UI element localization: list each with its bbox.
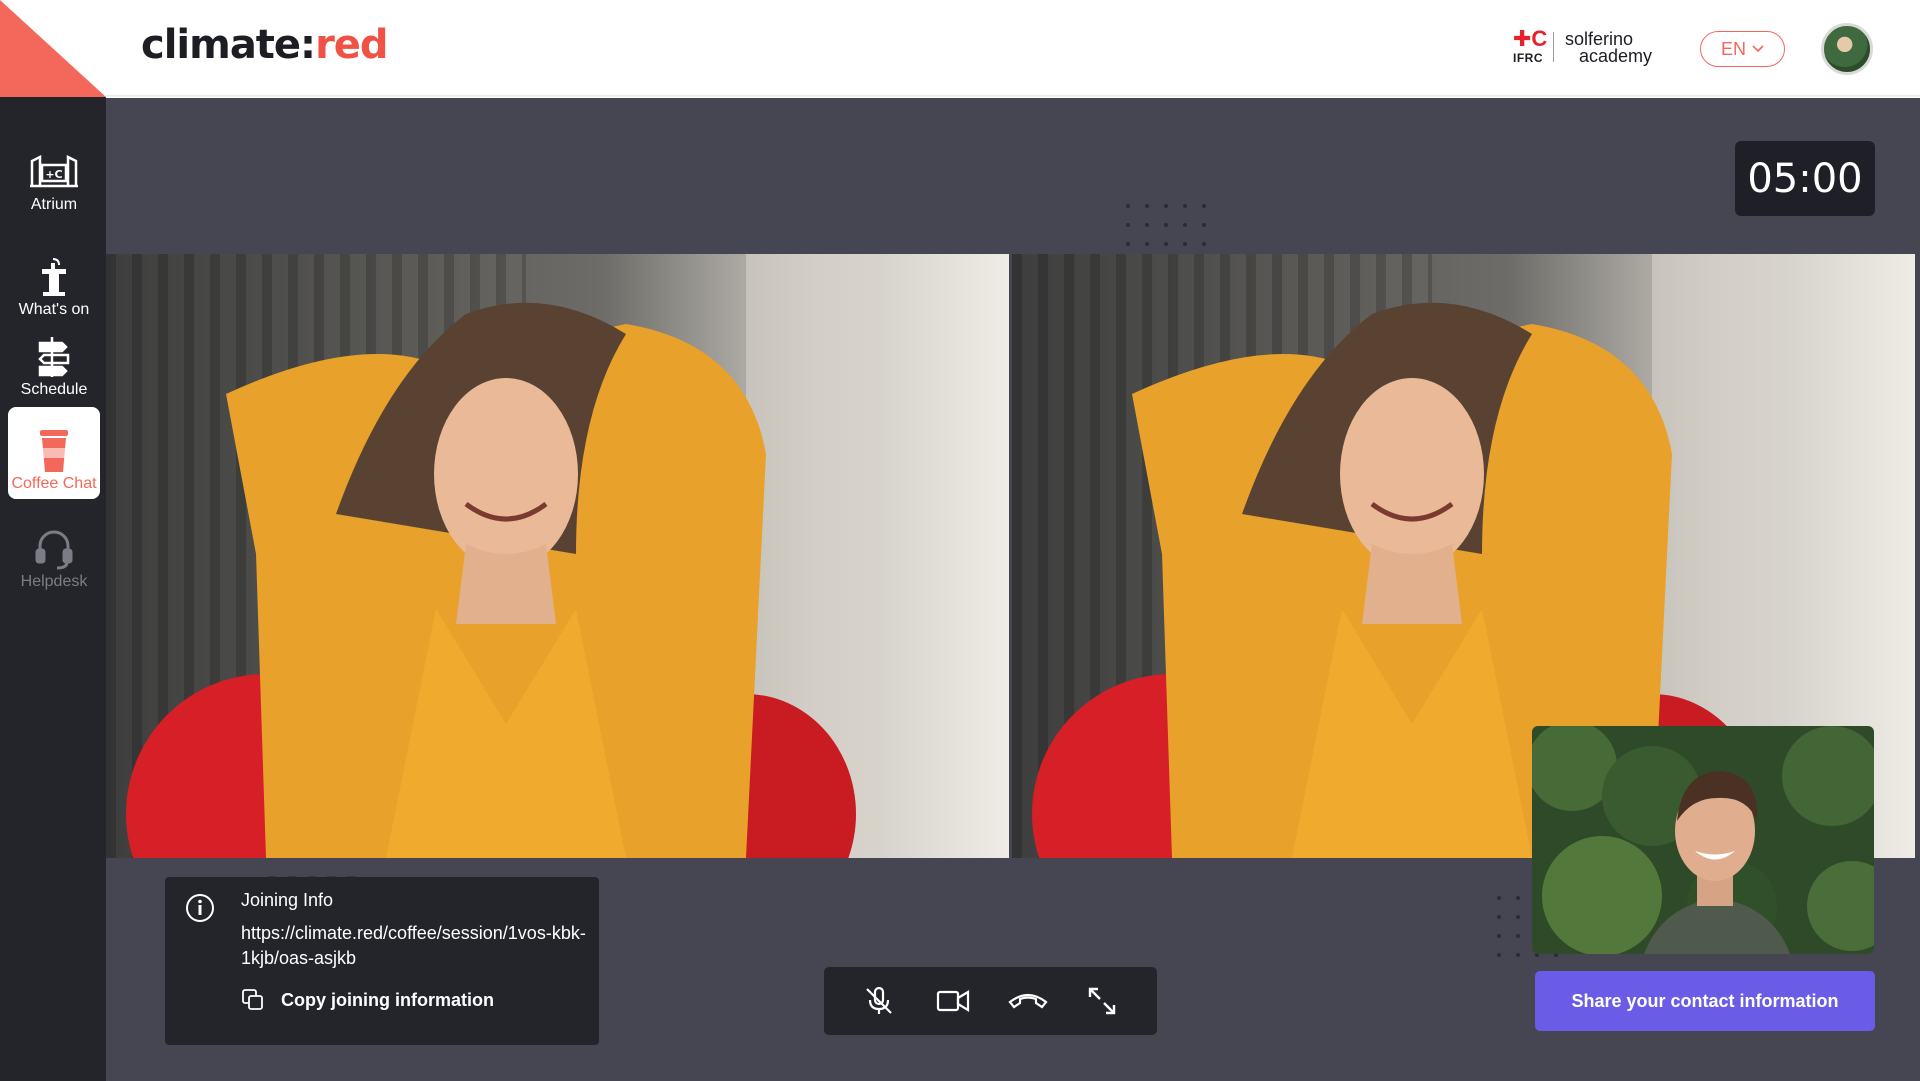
sidebar-item-label: Atrium bbox=[30, 196, 78, 213]
sidebar-item-whats-on[interactable]: What's on bbox=[8, 233, 100, 325]
user-avatar[interactable] bbox=[1821, 23, 1873, 75]
joining-info-title: Joining Info bbox=[241, 890, 334, 910]
logo[interactable]: climate:red bbox=[141, 22, 389, 68]
atrium-icon: +C bbox=[28, 150, 80, 194]
ifrc-text: IFRC bbox=[1513, 51, 1543, 65]
session-timer: 05:00 bbox=[1735, 141, 1875, 216]
sidebar-item-coffee-chat[interactable]: Coffee Chat bbox=[8, 407, 100, 499]
ifrc-mark: ✚C bbox=[1513, 26, 1548, 51]
chevron-down-icon bbox=[1752, 45, 1764, 53]
copy-icon bbox=[242, 989, 263, 1010]
camera-icon bbox=[937, 990, 970, 1012]
logo-text-part1: climate: bbox=[141, 22, 316, 68]
call-controls bbox=[824, 967, 1157, 1035]
sidebar-item-label: Coffee Chat bbox=[11, 475, 97, 492]
brand-corner bbox=[0, 0, 106, 97]
self-view-image bbox=[1532, 726, 1874, 954]
podium-icon bbox=[28, 255, 80, 299]
sidebar-item-atrium[interactable]: +C Atrium bbox=[8, 128, 100, 220]
sidebar-item-schedule[interactable]: Schedule bbox=[8, 313, 100, 405]
info-icon bbox=[186, 894, 214, 922]
sidebar-item-label: Helpdesk bbox=[20, 573, 88, 590]
hang-up-icon bbox=[1008, 993, 1048, 1009]
partner-divider bbox=[1553, 32, 1554, 62]
participant-video-image bbox=[106, 254, 1009, 858]
sidebar-item-label: Schedule bbox=[20, 381, 88, 398]
copy-joining-info-label: Copy joining information bbox=[281, 989, 494, 1010]
fullscreen-icon bbox=[1088, 987, 1116, 1015]
mute-button[interactable] bbox=[855, 977, 903, 1025]
fullscreen-button[interactable] bbox=[1078, 977, 1126, 1025]
language-selector[interactable]: EN bbox=[1700, 31, 1785, 67]
hang-up-button[interactable] bbox=[1004, 977, 1052, 1025]
logo-text-part2: red bbox=[315, 22, 388, 68]
joining-url[interactable]: https://climate.red/coffee/session/1vos-… bbox=[241, 921, 591, 971]
joining-info-panel: Joining Info https://climate.red/coffee/… bbox=[165, 877, 599, 1045]
sidebar-item-helpdesk[interactable]: Helpdesk bbox=[8, 505, 100, 597]
remote-video-left[interactable] bbox=[106, 254, 1009, 858]
svg-text:+C: +C bbox=[45, 168, 62, 181]
share-contact-button[interactable]: Share your contact information bbox=[1535, 971, 1875, 1031]
app-window: climate:red ✚C IFRC solferino academy EN… bbox=[0, 0, 1920, 1081]
partner-logo: ✚C IFRC solferino academy bbox=[1513, 28, 1663, 68]
signpost-icon bbox=[28, 335, 80, 379]
copy-joining-info-button[interactable]: Copy joining information bbox=[241, 988, 494, 1012]
decorative-dots bbox=[1126, 204, 1206, 246]
coffee-cup-icon bbox=[28, 429, 80, 473]
self-view-video[interactable] bbox=[1532, 726, 1874, 954]
camera-button[interactable] bbox=[929, 977, 977, 1025]
language-value: EN bbox=[1720, 38, 1746, 59]
partner-name-line2: academy bbox=[1579, 46, 1653, 66]
mic-off-icon bbox=[866, 986, 892, 1014]
headset-icon bbox=[28, 527, 80, 571]
